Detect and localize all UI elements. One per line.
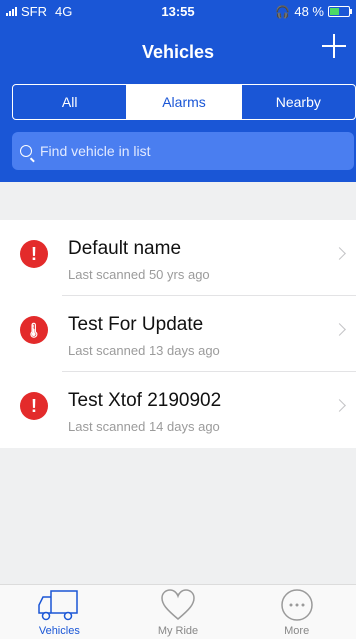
status-bar: SFR 4G 13:55 🎧 48 % bbox=[0, 0, 356, 22]
segment-alarms[interactable]: Alarms bbox=[127, 85, 242, 119]
chevron-right-icon bbox=[333, 399, 346, 412]
vehicle-row[interactable]: 🌡 Test For Update Last scanned 13 days a… bbox=[0, 296, 356, 372]
page-title: Vehicles bbox=[141, 42, 215, 62]
segment-all[interactable]: All bbox=[13, 85, 128, 119]
vehicle-name: Test For Update bbox=[68, 314, 204, 335]
alert-icon: ! bbox=[20, 392, 48, 420]
temperature-alert-icon: 🌡 bbox=[20, 316, 48, 344]
tab-vehicles[interactable]: Vehicles bbox=[0, 585, 119, 639]
tab-bar: Vehicles My Ride More bbox=[0, 584, 356, 639]
tab-my-ride[interactable]: My Ride bbox=[119, 585, 238, 639]
segment-nearby[interactable]: Nearby bbox=[242, 85, 355, 119]
more-icon bbox=[280, 589, 313, 621]
filter-segmented-control: All Alarms Nearby bbox=[12, 84, 356, 120]
vehicle-last-scanned: Last scanned 13 days ago bbox=[68, 343, 220, 358]
vehicle-row[interactable]: ! Test Xtof 2190902 Last scanned 14 days… bbox=[0, 372, 356, 448]
add-vehicle-button[interactable] bbox=[322, 34, 346, 58]
chevron-right-icon bbox=[333, 247, 346, 260]
battery-percent: 48 % bbox=[294, 4, 324, 19]
search-placeholder: Find vehicle in list bbox=[40, 143, 151, 159]
vehicle-last-scanned: Last scanned 50 yrs ago bbox=[68, 267, 210, 282]
tab-more[interactable]: More bbox=[237, 585, 356, 639]
vehicle-name: Test Xtof 2190902 bbox=[68, 390, 222, 411]
vehicle-row[interactable]: ! Default name Last scanned 50 yrs ago bbox=[0, 220, 356, 296]
tab-more-label: More bbox=[284, 625, 310, 637]
truck-icon bbox=[38, 590, 79, 621]
alert-icon: ! bbox=[20, 240, 48, 268]
tab-my-ride-label: My Ride bbox=[157, 625, 199, 637]
chevron-right-icon bbox=[333, 323, 346, 336]
headphones-icon: 🎧 bbox=[275, 4, 291, 19]
heart-icon bbox=[161, 589, 195, 620]
search-field[interactable]: Find vehicle in list bbox=[12, 132, 354, 170]
vehicle-name: Default name bbox=[68, 238, 182, 259]
vehicle-last-scanned: Last scanned 14 days ago bbox=[68, 419, 220, 434]
vehicle-list: ! Default name Last scanned 50 yrs ago 🌡… bbox=[0, 220, 356, 448]
app-header: SFR 4G 13:55 🎧 48 % Vehicles All Alarms … bbox=[0, 0, 356, 182]
battery-icon bbox=[328, 6, 352, 17]
tab-vehicles-label: Vehicles bbox=[38, 625, 80, 637]
search-icon bbox=[20, 145, 32, 157]
